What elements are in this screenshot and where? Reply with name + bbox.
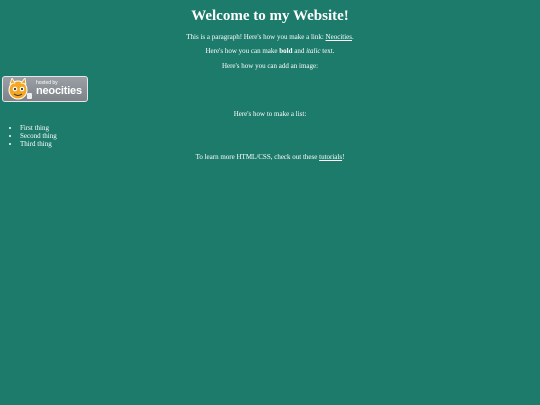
list-item: Third thing	[20, 140, 57, 148]
formatting-text-end: text.	[320, 47, 335, 55]
paragraph-image: Here's how you can add an image:	[221, 62, 319, 70]
paragraph-text: This is a paragraph! Here's how you make…	[186, 33, 326, 41]
badge-big-text: neocities	[36, 85, 82, 97]
paragraph-link: This is a paragraph! Here's how you make…	[0, 33, 540, 42]
neocities-link[interactable]: Neocities	[326, 33, 352, 41]
neocities-cat-icon	[8, 78, 32, 100]
formatting-text: Here's how you can make	[205, 47, 280, 55]
tutorials-text: To learn more HTML/CSS, check out these	[195, 153, 320, 161]
page-title: Welcome to my Website!	[191, 8, 349, 24]
paragraph-formatting: Here's how you can make bold and italic …	[0, 47, 540, 56]
page: Welcome to my Website! This is a paragra…	[0, 0, 540, 405]
list-item: Second thing	[20, 132, 57, 140]
formatting-text-middle: and	[292, 47, 307, 55]
item-list: First thing Second thing Third thing	[0, 124, 57, 148]
paragraph-list: Here's how to make a list:	[233, 110, 307, 118]
list-item: First thing	[20, 124, 57, 132]
bold-text: bold	[279, 47, 293, 55]
paragraph-tutorials: To learn more HTML/CSS, check out these …	[0, 153, 540, 162]
tutorials-text-end: !	[342, 153, 345, 161]
hosted-by-neocities-badge[interactable]: hosted by neocities	[2, 76, 88, 102]
paragraph-text-end: .	[351, 33, 354, 41]
italic-text: italic	[306, 47, 321, 55]
tutorials-link[interactable]: tutorials	[319, 153, 342, 161]
